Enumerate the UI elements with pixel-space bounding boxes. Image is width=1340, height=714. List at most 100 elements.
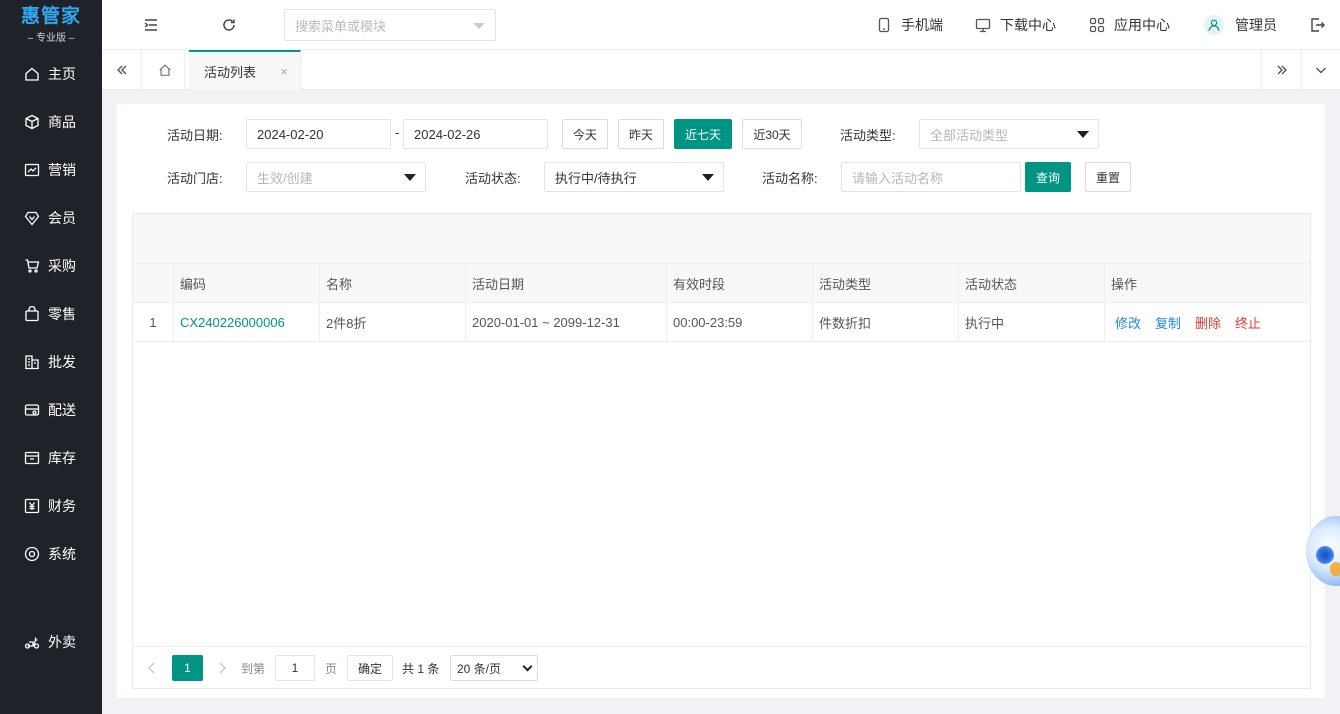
sidebar-item-marketing[interactable]: 营销 xyxy=(0,155,102,185)
tab-scroll-left-button[interactable] xyxy=(102,50,142,90)
tab-label: 活动列表 xyxy=(204,64,257,80)
header-name: 名称 xyxy=(319,264,465,303)
collapse-menu-icon[interactable] xyxy=(142,16,160,34)
row-period: 00:00-23:59 xyxy=(666,303,812,342)
refresh-icon[interactable] xyxy=(220,16,238,34)
sidebar-item-label: 财务 xyxy=(48,498,76,514)
sidebar-item-finance[interactable]: 财务 xyxy=(0,491,102,521)
sidebar-item-system[interactable]: 系统 xyxy=(0,539,102,569)
sidebar-item-inventory[interactable]: 库存 xyxy=(0,443,102,473)
settings-icon xyxy=(24,546,40,562)
reset-button[interactable]: 重置 xyxy=(1085,162,1131,192)
brand-logo[interactable]: 惠管家 – 专业版 – xyxy=(0,0,102,50)
double-chevron-right-icon xyxy=(1277,65,1287,75)
header-period: 有效时段 xyxy=(666,264,812,303)
download-icon xyxy=(975,17,991,33)
avatar xyxy=(1204,15,1224,35)
tab-scroll-right-button[interactable] xyxy=(1261,50,1301,90)
brand-name: 惠管家 xyxy=(20,5,81,27)
stop-link[interactable]: 终止 xyxy=(1235,313,1261,332)
store-label: 活动门店: xyxy=(167,171,223,186)
logout-icon[interactable] xyxy=(1308,16,1326,34)
last-7-days-button[interactable]: 近七天 xyxy=(674,119,732,149)
date-start-input[interactable]: 2024-02-20 xyxy=(246,119,391,149)
user-name: 管理员 xyxy=(1235,17,1277,33)
delete-link[interactable]: 删除 xyxy=(1195,313,1221,332)
activity-type-select[interactable]: 全部活动类型 xyxy=(919,119,1099,149)
building-icon xyxy=(24,354,40,370)
pagination: 1 到第 1 页 确定 共 1 条 20 条/页 xyxy=(133,646,1310,688)
sidebar-item-label: 主页 xyxy=(48,66,76,82)
cart-icon xyxy=(24,258,40,274)
page-1-button[interactable]: 1 xyxy=(172,655,203,681)
sidebar-item-retail[interactable]: 零售 xyxy=(0,299,102,329)
goto-confirm-button[interactable]: 确定 xyxy=(347,655,393,681)
sidebar-item-label: 外卖 xyxy=(48,634,76,650)
home-icon xyxy=(24,66,40,82)
top-header: 搜索菜单或模块 手机端 下载中心 应用中心 管理员 xyxy=(102,0,1340,50)
tab-home[interactable] xyxy=(145,50,185,90)
row-code-link[interactable]: CX240226000006 xyxy=(173,303,319,342)
mobile-link[interactable]: 手机端 xyxy=(876,0,943,50)
yesterday-button[interactable]: 昨天 xyxy=(618,119,664,149)
sidebar-item-label: 库存 xyxy=(48,450,76,466)
page-unit-label: 页 xyxy=(325,661,338,676)
date-separator: - xyxy=(395,125,400,140)
sidebar-item-goods[interactable]: 商品 xyxy=(0,107,102,137)
row-status: 执行中 xyxy=(958,303,1104,342)
diamond-icon xyxy=(24,210,40,226)
main-card: 活动日期: 2024-02-20 - 2024-02-26 今天 昨天 近七天 … xyxy=(117,104,1325,698)
yen-icon xyxy=(24,498,40,514)
prev-page-icon[interactable] xyxy=(147,655,157,681)
header-index xyxy=(133,264,173,303)
close-icon[interactable]: × xyxy=(280,64,288,79)
activity-name-input[interactable]: 请输入活动名称 xyxy=(841,162,1021,192)
tab-options-button[interactable] xyxy=(1301,50,1340,90)
tab-activity-list[interactable]: 活动列表 × xyxy=(189,50,301,90)
row-index: 1 xyxy=(149,315,157,330)
chevron-down-icon xyxy=(473,23,485,29)
bag-icon xyxy=(24,306,40,322)
apps-icon xyxy=(1089,17,1105,33)
activity-table: 编码 名称 活动日期 有效时段 活动类型 活动状态 操作 1 CX2402260… xyxy=(132,213,1311,689)
last-30-days-button[interactable]: 近30天 xyxy=(742,119,802,149)
copy-link[interactable]: 复制 xyxy=(1155,313,1181,332)
page-size-value: 20 条/页 xyxy=(457,661,502,676)
sidebar-item-label: 会员 xyxy=(48,210,76,226)
today-button[interactable]: 今天 xyxy=(562,119,608,149)
app-center-link[interactable]: 应用中心 xyxy=(1089,0,1170,50)
download-center-link[interactable]: 下载中心 xyxy=(975,0,1056,50)
query-button[interactable]: 查询 xyxy=(1025,162,1071,192)
table-toolbar xyxy=(133,214,1310,264)
goto-page-input[interactable]: 1 xyxy=(275,655,315,681)
sidebar-item-delivery[interactable]: 配送 xyxy=(0,395,102,425)
header-type: 活动类型 xyxy=(812,264,958,303)
sidebar-item-purchase[interactable]: 采购 xyxy=(0,251,102,281)
store-select[interactable]: 生效/创建 xyxy=(246,162,426,192)
user-menu[interactable]: 管理员 xyxy=(1204,0,1277,50)
scooter-icon xyxy=(24,634,40,650)
edit-link[interactable]: 修改 xyxy=(1115,313,1141,332)
home-icon xyxy=(158,64,171,76)
app-center-label: 应用中心 xyxy=(1114,17,1170,33)
type-label: 活动类型: xyxy=(840,128,896,143)
robot-glow-icon xyxy=(1330,562,1340,576)
next-page-icon[interactable] xyxy=(217,655,227,681)
header-status: 活动状态 xyxy=(958,264,1104,303)
status-select[interactable]: 执行中/待执行 xyxy=(544,162,724,192)
activity-type-value: 全部活动类型 xyxy=(930,127,1009,143)
page-size-select[interactable]: 20 条/页 xyxy=(450,655,538,681)
sidebar-item-wholesale[interactable]: 批发 xyxy=(0,347,102,377)
sidebar: 惠管家 – 专业版 – 主页 商品 营销 会员 采购 零售 批发 配送 库存 财… xyxy=(0,0,102,714)
sidebar-item-label: 采购 xyxy=(48,258,76,274)
sidebar-item-label: 系统 xyxy=(48,546,76,562)
sidebar-item-takeaway[interactable]: 外卖 xyxy=(0,627,102,657)
sidebar-item-members[interactable]: 会员 xyxy=(0,203,102,233)
table-row: 1 CX240226000006 2件8折 2020-01-01 ~ 2099-… xyxy=(133,303,1310,342)
chart-icon xyxy=(24,162,40,178)
menu-search-select[interactable]: 搜索菜单或模块 xyxy=(284,9,496,41)
date-end-input[interactable]: 2024-02-26 xyxy=(403,119,548,149)
sidebar-item-home[interactable]: 主页 xyxy=(0,59,102,89)
sidebar-item-label: 商品 xyxy=(48,114,76,130)
sidebar-item-label: 配送 xyxy=(48,402,76,418)
